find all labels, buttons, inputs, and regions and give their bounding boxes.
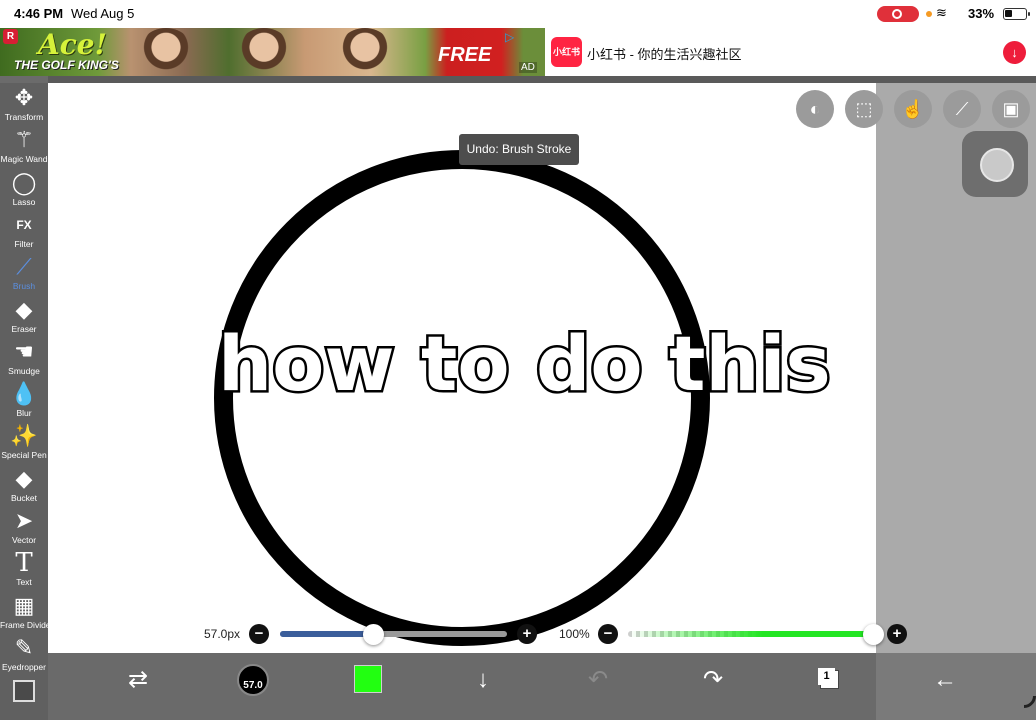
selection-icon[interactable]: ⬚ [845,90,883,128]
smudge-icon: ☚ [14,338,34,364]
tool-label: Transform [4,112,44,122]
ad-person-image [335,28,395,76]
undo-icon[interactable]: ↶ [578,660,618,700]
overlay-caption: how to do this [216,317,834,411]
ad-banner[interactable]: R Ace! THE GOLF KING'S FREE ▷ AD 小红书 小红书… [0,28,1036,76]
status-time: 4:46 PM [14,6,64,21]
battery-percent: 33% [968,6,995,21]
screen-record-icon[interactable] [877,6,919,22]
ad-tag: AD [519,62,537,73]
tool-smudge[interactable]: ☚ Smudge [0,338,48,380]
canvas-top-divider [48,76,1036,83]
eraser-icon: ◆ [15,296,33,322]
move-down-icon[interactable]: ↓ [463,660,503,700]
wifi-icon: ≋ [936,5,949,20]
tool-text[interactable]: T Text [0,549,48,591]
status-date: Wed Aug 5 [71,6,135,21]
tool-magic-wand[interactable]: ⚚ Magic Wand [0,126,48,168]
brush-size-thumbnail[interactable]: 57.0 [237,664,269,696]
special-pen-icon: ✨ [10,423,38,449]
size-slider-fill [280,631,374,637]
opacity-decrease-button[interactable]: − [598,624,618,644]
filter-icon: FX [16,217,32,232]
tool-eyedropper[interactable]: ✎ Eyedropper [0,634,48,676]
ad-app-text[interactable]: 小红书 - 你的生活兴趣社区 [587,44,742,63]
download-icon[interactable]: ↓ [1003,41,1026,64]
tool-blur[interactable]: 💧 Blur [0,380,48,422]
tool-eraser[interactable]: ◆ Eraser [0,296,48,338]
tool-label: Smudge [8,365,40,376]
tool-filter[interactable]: FX Filter [0,211,48,253]
tool-label: Vector [11,535,37,545]
battery-icon [1003,8,1030,20]
tool-bucket[interactable]: ◆ Bucket [0,465,48,507]
app-logo[interactable]: 小红书 [551,37,582,67]
brush-icon: ⟋ [16,254,32,280]
opacity-slider-knob[interactable] [863,624,884,645]
tool-label: Special Pen [1,450,47,461]
tool-label: Magic Wand [0,154,48,165]
ad-subline: THE GOLF KING'S [14,58,119,72]
left-toolbar: ✥ Transform ⚚ Magic Wand ◯ Lasso FX Filter ⟋ Brus… [0,83,54,720]
tool-special-pen[interactable]: ✨ Special Pen [0,422,48,464]
transform-icon: ✥ [14,85,34,110]
tool-label: Eraser [11,323,37,334]
ruler-icon[interactable]: ⟋ [943,90,981,128]
tool-label: Lasso [12,196,36,207]
tool-label: Bucket [11,492,37,503]
opacity-increase-button[interactable]: + [887,624,907,644]
image-icon[interactable]: ▣ [992,90,1030,128]
tool-transform[interactable]: ✥ Transform [0,84,48,126]
tool-vector[interactable]: ➤ Vector [0,507,48,549]
vector-icon: ➤ [14,508,34,533]
opacity-value: 100% [559,627,590,641]
tool-label: Text [16,577,32,588]
app-root: 4:46 PM Wed Aug 5 ≋ 33% R Ace! THE GOLF … [0,0,1036,720]
text-icon: T [15,548,33,579]
tool-label: Blur [16,408,32,419]
ad-person-image [136,28,196,76]
bucket-icon: ◆ [15,465,33,491]
size-increase-button[interactable]: + [517,624,537,644]
drawing-canvas[interactable]: how to do this [48,83,876,653]
opacity-slider-fill [628,631,873,637]
size-slider-knob[interactable] [363,624,385,645]
ad-person-image [234,28,294,76]
tool-label: Filter [14,238,34,249]
swap-tools-icon[interactable]: ⇄ [118,660,158,700]
ad-choices-icon[interactable]: ▷ [505,30,514,44]
eyedropper-icon: ✎ [14,634,34,660]
lasso-icon: ◯ [11,169,37,195]
brush-size-value: 57.0px [204,627,241,641]
brush-preview-button[interactable] [962,131,1028,197]
tool-label: Frame Divider [0,619,54,630]
tool-label: Eyedropper [2,661,46,672]
color-swatch[interactable] [354,665,382,693]
frame-divider-icon: ▦ [13,592,35,618]
magic-wand-icon: ⚚ [14,127,34,153]
mic-indicator-icon [926,11,932,17]
ad-brand-badge: R [3,29,18,44]
toggle-settings-icon[interactable]: ◐ [796,90,834,128]
ad-image[interactable]: R Ace! THE GOLF KING'S FREE ▷ AD [0,28,545,76]
tool-label: Brush [12,281,36,292]
ad-headline: Ace! [38,28,107,61]
tool-frame-divider[interactable]: ▦ Frame Divider [0,592,54,634]
ad-free-label: FREE [438,44,492,66]
blur-icon: 💧 [10,381,38,407]
back-arrow-icon[interactable]: ← [925,660,965,700]
hand-touch-icon[interactable]: ☝ [894,90,932,128]
undo-tooltip: Undo: Brush Stroke [459,134,579,165]
status-bar: 4:46 PM Wed Aug 5 ≋ 33% [0,0,1036,28]
tool-lasso[interactable]: ◯ Lasso [0,169,48,211]
tool-brush[interactable]: ⟋ Brush [0,253,48,295]
frame-tool-icon[interactable] [13,680,35,702]
redo-icon[interactable]: ↷ [693,660,733,700]
size-decrease-button[interactable]: − [249,624,269,644]
layers-button[interactable]: 1 [818,668,835,685]
